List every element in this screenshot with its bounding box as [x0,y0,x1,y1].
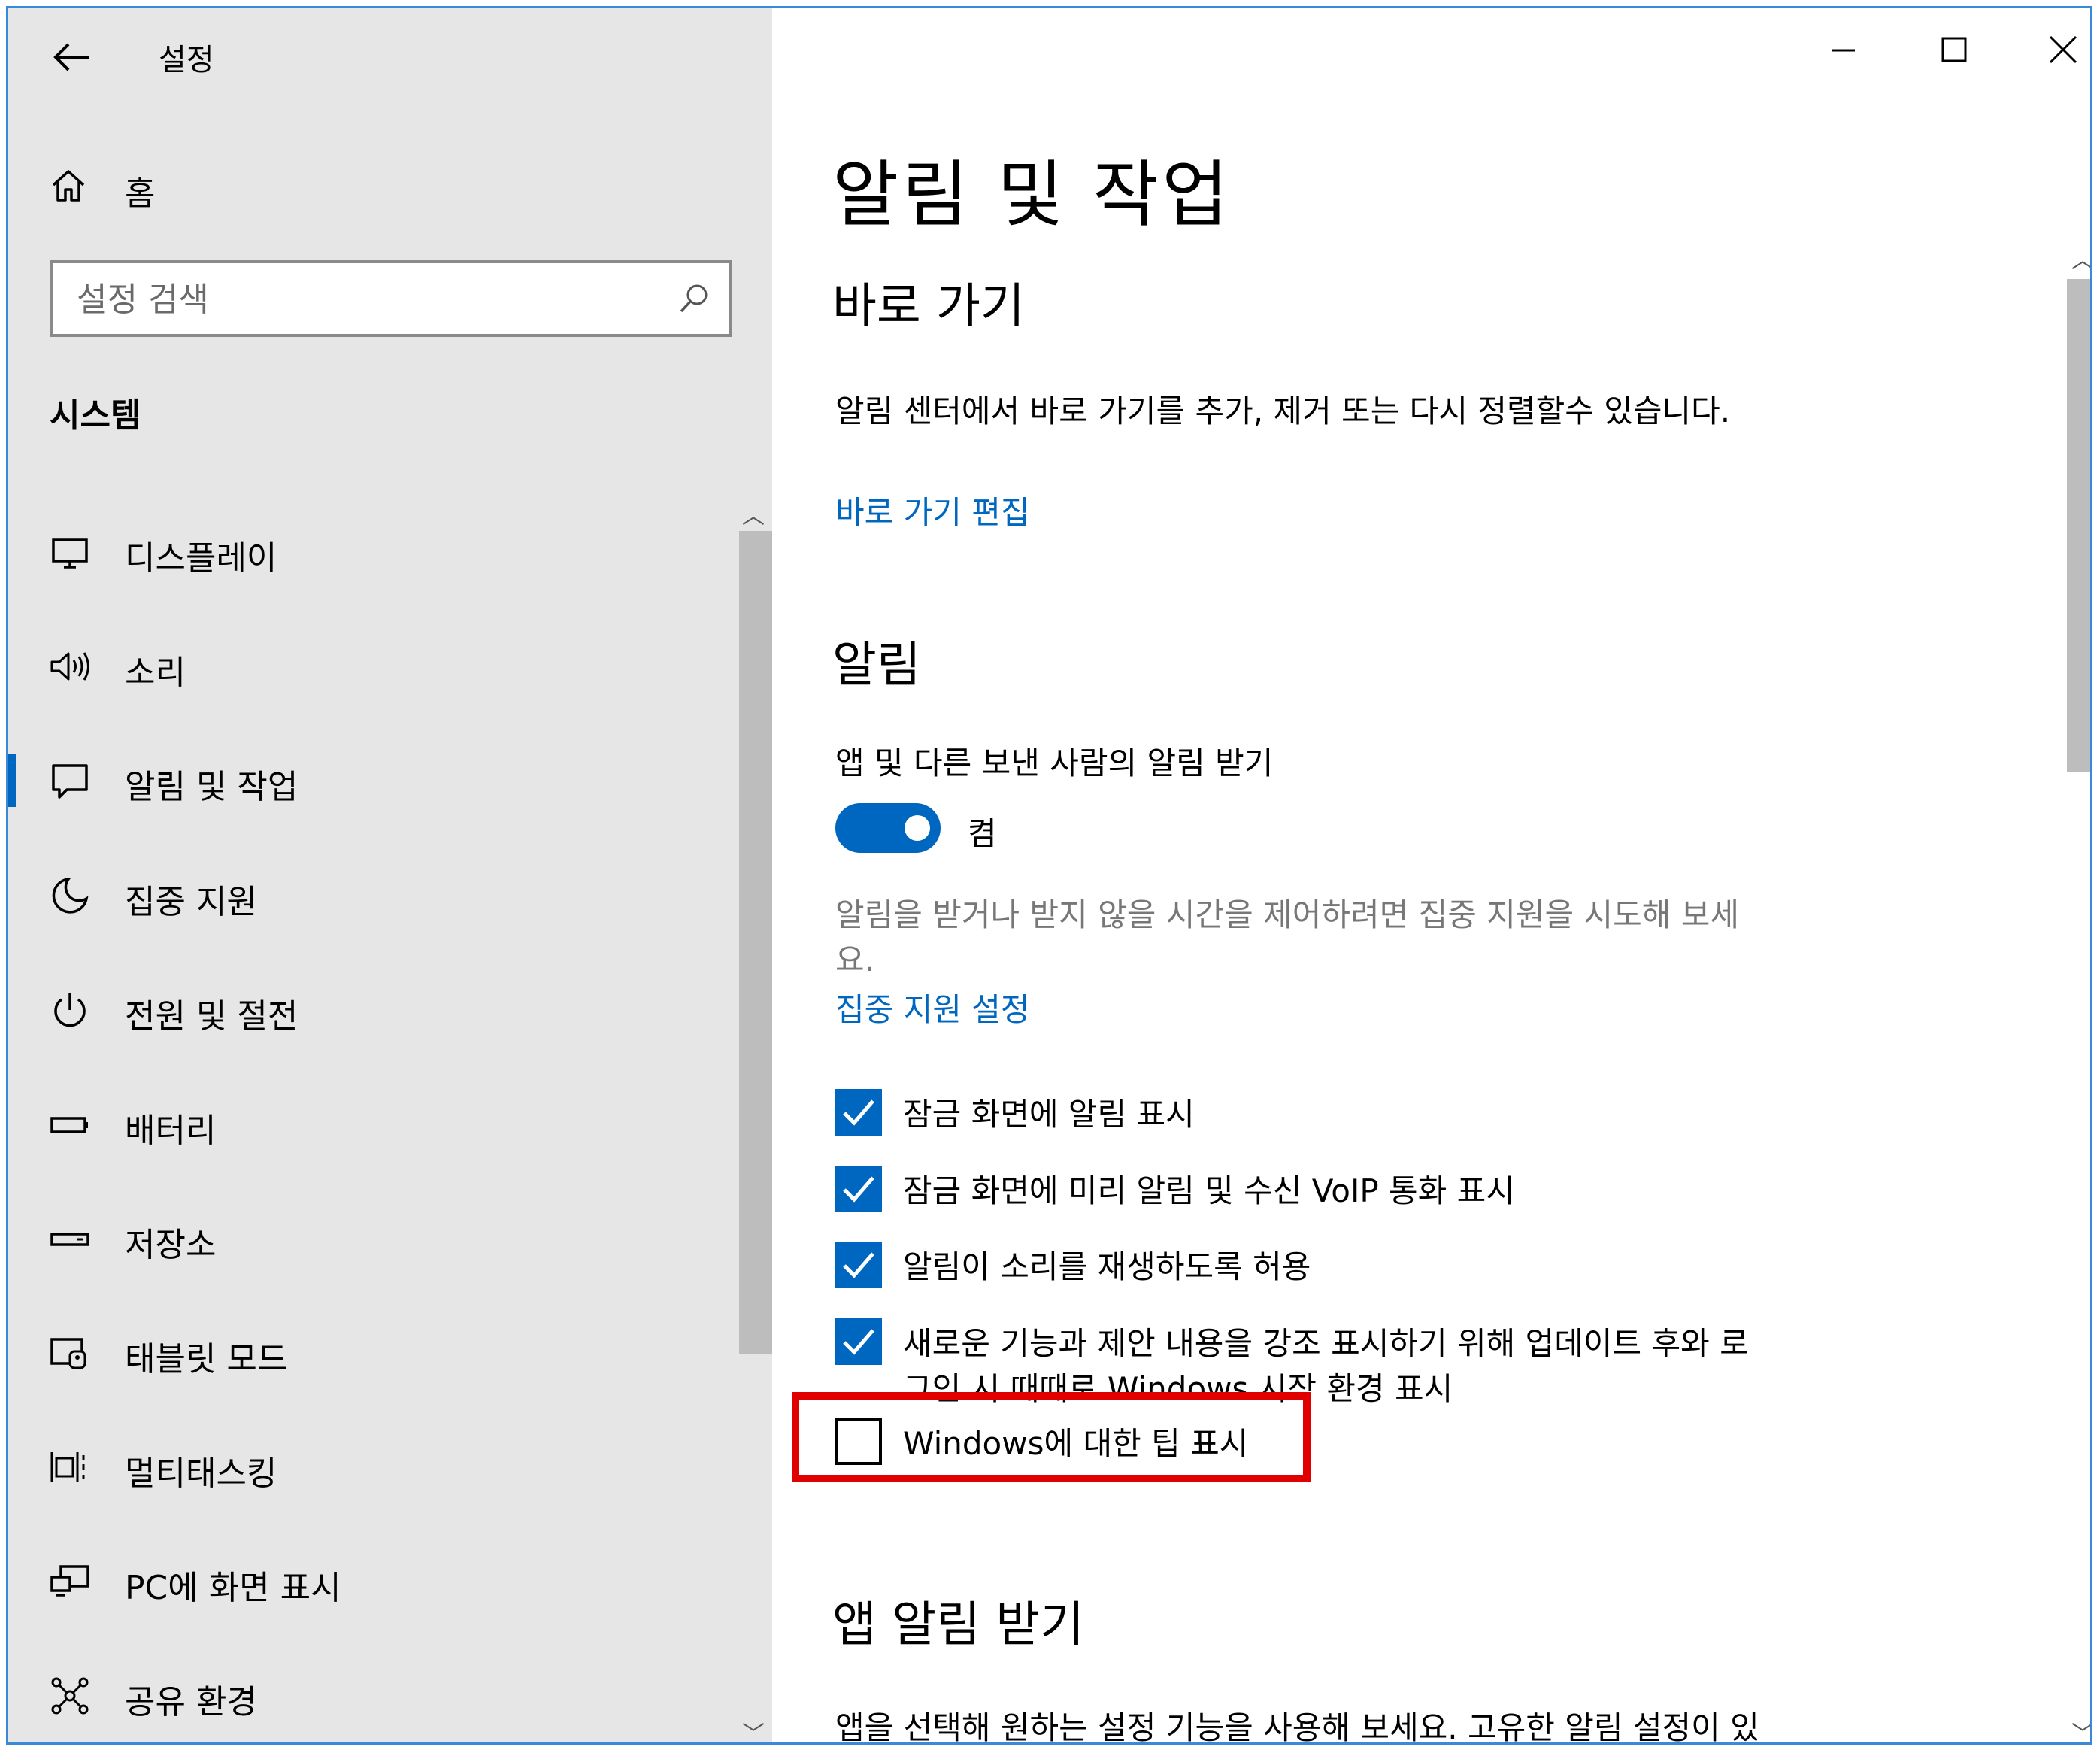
project-icon [47,1559,92,1604]
sidebar-item-label: 배터리 [125,1112,217,1150]
close-icon[interactable] [2029,23,2090,76]
home-icon[interactable] [46,162,91,215]
sidebar-item-label: 집중 지원 [125,883,257,921]
moon-icon [47,873,92,918]
quick-actions-description: 알림 센터에서 바로 가기를 추가, 제거 또는 다시 정렬할수 있습니다. [835,393,1731,429]
sidebar: 설정 홈 시스템 ︿ ﹀ 디스플레이 소리 [8,8,772,1742]
search-box[interactable] [50,260,732,337]
sidebar-item-label: 태블릿 모드 [125,1340,288,1378]
checkbox-checked[interactable] [835,1166,882,1212]
checkmark-icon [843,1176,874,1203]
chevron-down-icon[interactable]: ﹀ [2071,1715,2090,1742]
checkbox-label: 알림이 소리를 재생하도록 허용 [903,1248,1311,1285]
sidebar-item-tablet-mode[interactable]: 태블릿 모드 [8,1308,730,1398]
sidebar-item-display[interactable]: 디스플레이 [8,507,730,597]
chevron-up-icon[interactable]: ︿ [2071,241,2090,274]
app-title: 설정 [159,43,214,77]
nav-group-title: 시스템 [50,396,141,435]
sidebar-item-shared-experiences[interactable]: 공유 환경 [8,1651,730,1741]
search-icon[interactable] [675,280,713,317]
sidebar-item-notifications[interactable]: 알림 및 작업 [8,735,730,826]
sidebar-item-label: 디스플레이 [125,539,277,578]
back-arrow-icon[interactable] [46,31,98,83]
battery-icon [47,1102,92,1147]
sidebar-item-label: PC에 화면 표시 [125,1569,341,1607]
sidebar-item-label: 전원 및 절전 [125,997,298,1036]
content-scrollbar[interactable] [2067,279,2090,772]
sidebar-item-multitasking[interactable]: 멀티태스킹 [8,1422,730,1512]
focus-assist-hint-line1: 알림을 받거나 받지 않을 시간을 제어하려면 집중 지원을 시도해 보세 [835,896,1740,933]
sidebar-item-label: 알림 및 작업 [125,768,298,806]
settings-window: 설정 홈 시스템 ︿ ﹀ 디스플레이 소리 [6,6,2092,1745]
app-notifications-description: 앱을 선택해 원하는 설정 기능을 사용해 보세요. 고유한 알림 설정이 있 [835,1709,1759,1745]
checkmark-icon [843,1329,874,1355]
share-icon [47,1673,92,1718]
notifications-toggle-label: 앱 및 다른 보낸 사람의 알림 받기 [835,745,1274,781]
notifications-toggle[interactable] [835,803,941,853]
checkmark-icon [843,1099,874,1126]
monitor-icon [47,529,92,575]
power-icon [47,987,92,1033]
sidebar-item-label: 저장소 [125,1226,217,1264]
sidebar-item-focus-assist[interactable]: 집중 지원 [8,851,730,941]
sidebar-item-storage[interactable]: 저장소 [8,1193,730,1284]
sidebar-item-sound[interactable]: 소리 [8,621,730,711]
checkbox-checked[interactable] [835,1242,882,1288]
checkbox-label: 잠금 화면에 알림 표시 [903,1096,1195,1133]
checkbox-label-line1: 새로운 기능과 제안 내용을 강조 표시하기 위해 업데이트 후와 로 [903,1325,1749,1362]
highlight-box [792,1392,1311,1482]
sidebar-item-label: 멀티태스킹 [125,1454,277,1493]
focus-assist-settings-link[interactable]: 집중 지원 설정 [835,984,1030,1030]
focus-assist-hint: 알림을 받거나 받지 않을 시간을 제어하려면 집중 지원을 시도해 보세 요. [835,893,1903,983]
sidebar-item-power[interactable]: 전원 및 절전 [8,965,730,1055]
main-content: 알림 및 작업 바로 가기 알림 센터에서 바로 가기를 추가, 제거 또는 다… [772,8,2090,1742]
storage-icon [47,1216,92,1261]
sidebar-item-project[interactable]: PC에 화면 표시 [8,1536,730,1627]
app-notifications-heading: 앱 알림 받기 [832,1597,1085,1653]
notifications-heading: 알림 [832,638,921,693]
page-title: 알림 및 작업 [832,153,1232,237]
focus-assist-hint-line2: 요. [835,942,874,978]
multitasking-icon [47,1445,92,1490]
quick-actions-heading: 바로 가기 [832,279,1025,335]
checkbox-label: 잠금 화면에 미리 알림 및 수신 VoIP 통화 표시 [903,1172,1515,1209]
checkbox-checked[interactable] [835,1318,882,1365]
home-link[interactable]: 홈 [125,166,155,214]
toggle-knob [905,815,930,841]
speaker-icon [47,644,92,689]
minimize-icon[interactable] [1810,23,1877,76]
chevron-down-icon[interactable]: ﹀ [742,1715,765,1742]
maximize-icon[interactable] [1920,23,1988,76]
sidebar-item-label: 공유 환경 [125,1683,257,1721]
nav-scrollbar[interactable] [739,531,772,1354]
checkmark-icon [843,1252,874,1278]
sidebar-item-label: 소리 [125,654,186,692]
tablet-icon [47,1330,92,1375]
edit-quick-actions-link[interactable]: 바로 가기 편집 [835,487,1030,533]
notification-icon [47,758,92,803]
sidebar-item-battery[interactable]: 배터리 [8,1079,730,1169]
toggle-state-label: 켬 [968,815,997,852]
chevron-up-icon[interactable]: ︿ [742,497,765,530]
search-input[interactable] [75,263,665,335]
checkbox-checked[interactable] [835,1089,882,1136]
